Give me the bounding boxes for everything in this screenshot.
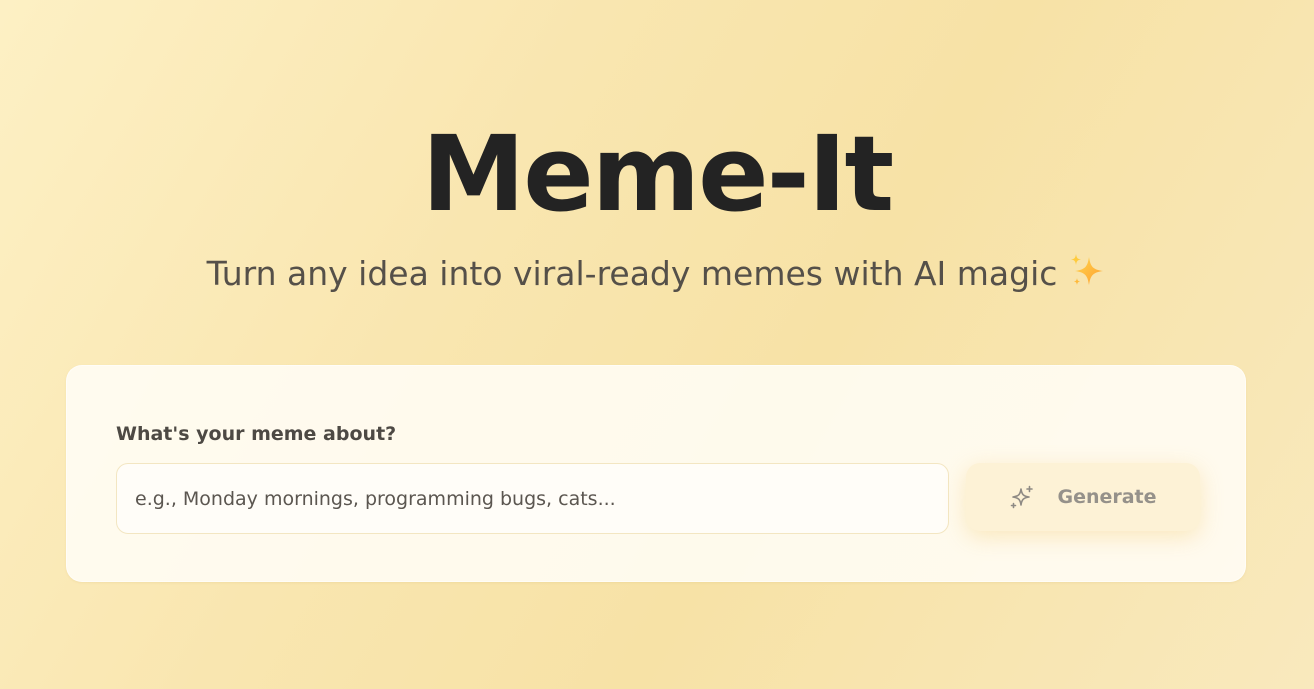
topic-label: What's your meme about? — [116, 423, 397, 445]
app-title: Meme-It — [421, 113, 895, 235]
tagline-text: Turn any idea into viral-ready memes wit… — [206, 254, 1058, 293]
generate-button-label: Generate — [1057, 486, 1157, 508]
sparkles-icon — [1011, 485, 1034, 509]
topic-input[interactable] — [116, 463, 949, 534]
sparkles-emoji-icon — [1071, 254, 1104, 285]
generate-button[interactable]: Generate — [966, 463, 1200, 531]
app-tagline: Turn any idea into viral-ready memes wit… — [0, 251, 1314, 295]
meme-form-card: What's your meme about? Generate — [66, 365, 1246, 582]
